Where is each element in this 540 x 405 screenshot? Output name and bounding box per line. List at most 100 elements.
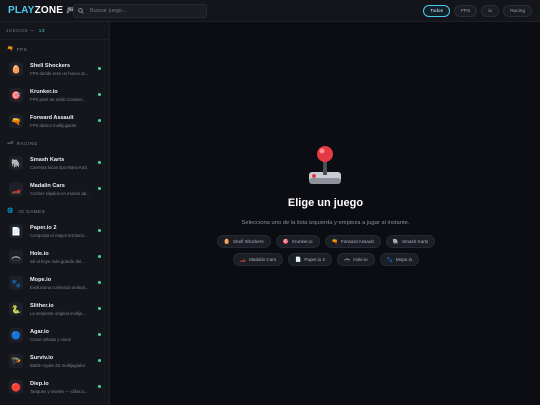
game-name: Smash Karts bbox=[30, 156, 65, 163]
game-desc: Coches rápidos en mundo ab... bbox=[30, 190, 90, 196]
online-status-dot bbox=[98, 281, 101, 284]
online-status-dot bbox=[98, 161, 101, 164]
game-list-item[interactable]: 🐾 Mope.io Evoluciona comiendo animal... bbox=[0, 270, 109, 296]
chip-label: Smash Karts bbox=[401, 239, 429, 244]
page-subtitle: Selecciona uno de la lista izquierda y e… bbox=[241, 220, 410, 226]
category-icon: 🌐 bbox=[7, 208, 14, 214]
game-list-item[interactable]: 🕳️ Hole.io Sé el hoyo más grande del... bbox=[0, 244, 109, 270]
logo-play: PLAY bbox=[8, 5, 35, 16]
chip-icon: 📄 bbox=[295, 256, 302, 263]
category-header: 🌐 .IO GAMES bbox=[0, 204, 109, 218]
game-desc: Conquista el mayor territorio... bbox=[30, 232, 88, 238]
game-desc: Carreras locas tipo Mario Kart bbox=[30, 164, 88, 170]
sidebar-heading: JUEGOS — 13 bbox=[0, 22, 109, 40]
game-desc: Sé el hoyo más grande del... bbox=[30, 258, 85, 264]
game-text: Madalin Cars Coches rápidos en mundo ab..… bbox=[30, 183, 96, 196]
filter-tab-todos[interactable]: Todos bbox=[423, 5, 450, 17]
chip-icon: 🎯 bbox=[282, 238, 289, 245]
game-list-item[interactable]: 🐍 Slither.io La serpiente original multiju… bbox=[0, 296, 109, 322]
quick-pick-chip[interactable]: 🕳️ Hole.io bbox=[337, 253, 375, 266]
page-title: Elige un juego bbox=[287, 197, 364, 209]
game-text: Forward Assault FPS táctico multijugador bbox=[30, 115, 96, 128]
quick-pick-chip[interactable]: 🎯 Krunker.io bbox=[275, 235, 320, 248]
quick-pick-chip[interactable]: 🐘 Smash Karts bbox=[385, 235, 436, 248]
category-label: RACING bbox=[16, 140, 38, 146]
sidebar-heading-label: JUEGOS — bbox=[6, 28, 35, 33]
game-name: Shell Shockers bbox=[30, 62, 71, 69]
game-name: Forward Assault bbox=[30, 114, 74, 121]
game-list-item[interactable]: 🔫 Forward Assault FPS táctico multijugador bbox=[0, 108, 109, 134]
game-icon: 🐍 bbox=[9, 302, 23, 316]
quick-pick-chip[interactable]: 🐾 Mope.io bbox=[379, 253, 420, 266]
filter-tab-io[interactable]: io bbox=[481, 5, 500, 17]
search-input[interactable] bbox=[90, 8, 200, 14]
game-icon: 🔵 bbox=[9, 328, 23, 342]
category-icon: 🔫 bbox=[7, 46, 14, 52]
filter-tab-racing[interactable]: Racing bbox=[503, 5, 532, 17]
online-status-dot bbox=[98, 307, 101, 310]
game-list-item[interactable]: 🐘 Smash Karts Carreras locas tipo Mario Ka… bbox=[0, 150, 109, 176]
chip-icon: 🐾 bbox=[386, 256, 393, 263]
game-text: Surviv.io Battle royale 2D multijugador bbox=[30, 355, 96, 368]
chip-label: Forward Assault bbox=[340, 239, 374, 244]
chip-label: Hole.io bbox=[353, 257, 368, 262]
chip-label: Paper.io 2 bbox=[304, 257, 326, 262]
game-text: Paper.io 2 Conquista el mayor territorio.… bbox=[30, 225, 96, 238]
game-list: 🔫 FPS 🥚 Shell Shockers FPS donde eres un hue… bbox=[0, 42, 109, 400]
game-name: Paper.io 2 bbox=[30, 224, 57, 231]
online-status-dot bbox=[98, 359, 101, 362]
online-status-dot bbox=[98, 333, 101, 336]
chip-icon: 🐘 bbox=[392, 238, 399, 245]
game-icon: 🏎️ bbox=[9, 182, 23, 196]
quick-pick-chip[interactable]: 📄 Paper.io 2 bbox=[288, 253, 333, 266]
game-icon: 🐾 bbox=[9, 276, 23, 290]
filter-tab-fps[interactable]: FPS bbox=[453, 5, 478, 17]
game-name: Agar.io bbox=[30, 328, 49, 335]
game-desc: Battle royale 2D multijugador bbox=[30, 362, 86, 368]
chip-icon: 🕳️ bbox=[344, 256, 351, 263]
game-icon: 🪂 bbox=[9, 354, 23, 368]
logo-zone: ZONE bbox=[34, 5, 64, 16]
game-list-item[interactable]: 📄 Paper.io 2 Conquista el mayor territorio… bbox=[0, 218, 109, 244]
game-name: Hole.io bbox=[30, 250, 49, 257]
game-list-item[interactable]: 🎯 Krunker.io FPS pixel art estilo Counter.… bbox=[0, 82, 109, 108]
game-icon: 📄 bbox=[9, 224, 23, 238]
magnifier-icon bbox=[78, 8, 84, 14]
game-icon: 🐘 bbox=[9, 156, 23, 170]
game-desc: Tanques y niveles — clásico... bbox=[30, 388, 88, 394]
game-list-item[interactable]: 🪂 Surviv.io Battle royale 2D multijugador bbox=[0, 348, 109, 374]
game-desc: FPS donde eres un huevo ar... bbox=[30, 70, 89, 76]
category-header: 🏎 RACING bbox=[0, 136, 109, 150]
quick-pick-chip[interactable]: 🏎️ Madalin Cars bbox=[232, 253, 284, 266]
game-desc: La serpiente original multiju... bbox=[30, 310, 86, 316]
quick-pick-chip[interactable]: 🔫 Forward Assault bbox=[324, 235, 381, 248]
chip-label: Madalin Cars bbox=[249, 257, 277, 262]
category-header: 🔫 FPS bbox=[0, 42, 109, 56]
game-text: Krunker.io FPS pixel art estilo Counter..… bbox=[30, 89, 96, 102]
game-list-item[interactable]: 🔴 Diep.io Tanques y niveles — clásico... bbox=[0, 374, 109, 400]
game-icon: 🥚 bbox=[9, 62, 23, 76]
game-text: Agar.io Come células y crece bbox=[30, 329, 96, 342]
quick-pick-chips: 🥚 Shell Shockers 🎯 Krunker.io 🔫 Forward Assau… bbox=[211, 235, 441, 266]
game-name: Madalin Cars bbox=[30, 182, 65, 189]
search-box[interactable] bbox=[73, 4, 207, 18]
online-status-dot bbox=[98, 385, 101, 388]
game-icon: 🕳️ bbox=[9, 250, 23, 264]
quick-pick-chip[interactable]: 🥚 Shell Shockers bbox=[216, 235, 271, 248]
game-text: Hole.io Sé el hoyo más grande del... bbox=[30, 251, 96, 264]
game-text: Mope.io Evoluciona comiendo animal... bbox=[30, 277, 96, 290]
game-text: Shell Shockers FPS donde eres un huevo ar… bbox=[30, 63, 96, 76]
game-desc: Come células y crece bbox=[30, 336, 72, 342]
logo[interactable]: PLAY ZONE 🎮 bbox=[8, 5, 78, 16]
game-list-item[interactable]: 🥚 Shell Shockers FPS donde eres un huevo a… bbox=[0, 56, 109, 82]
game-name: Mope.io bbox=[30, 276, 52, 283]
game-icon: 🔴 bbox=[9, 380, 23, 394]
game-list-item[interactable]: 🏎️ Madalin Cars Coches rápidos en mundo ab… bbox=[0, 176, 109, 202]
game-list-item[interactable]: 🔵 Agar.io Come células y crece bbox=[0, 322, 109, 348]
category-label: .IO GAMES bbox=[16, 208, 46, 214]
chip-icon: 🔫 bbox=[331, 238, 338, 245]
category-label: FPS bbox=[16, 46, 28, 52]
online-status-dot bbox=[98, 255, 101, 258]
filter-tabs: Todos FPS io Racing bbox=[423, 5, 532, 17]
game-desc: Evoluciona comiendo animal... bbox=[30, 284, 89, 290]
